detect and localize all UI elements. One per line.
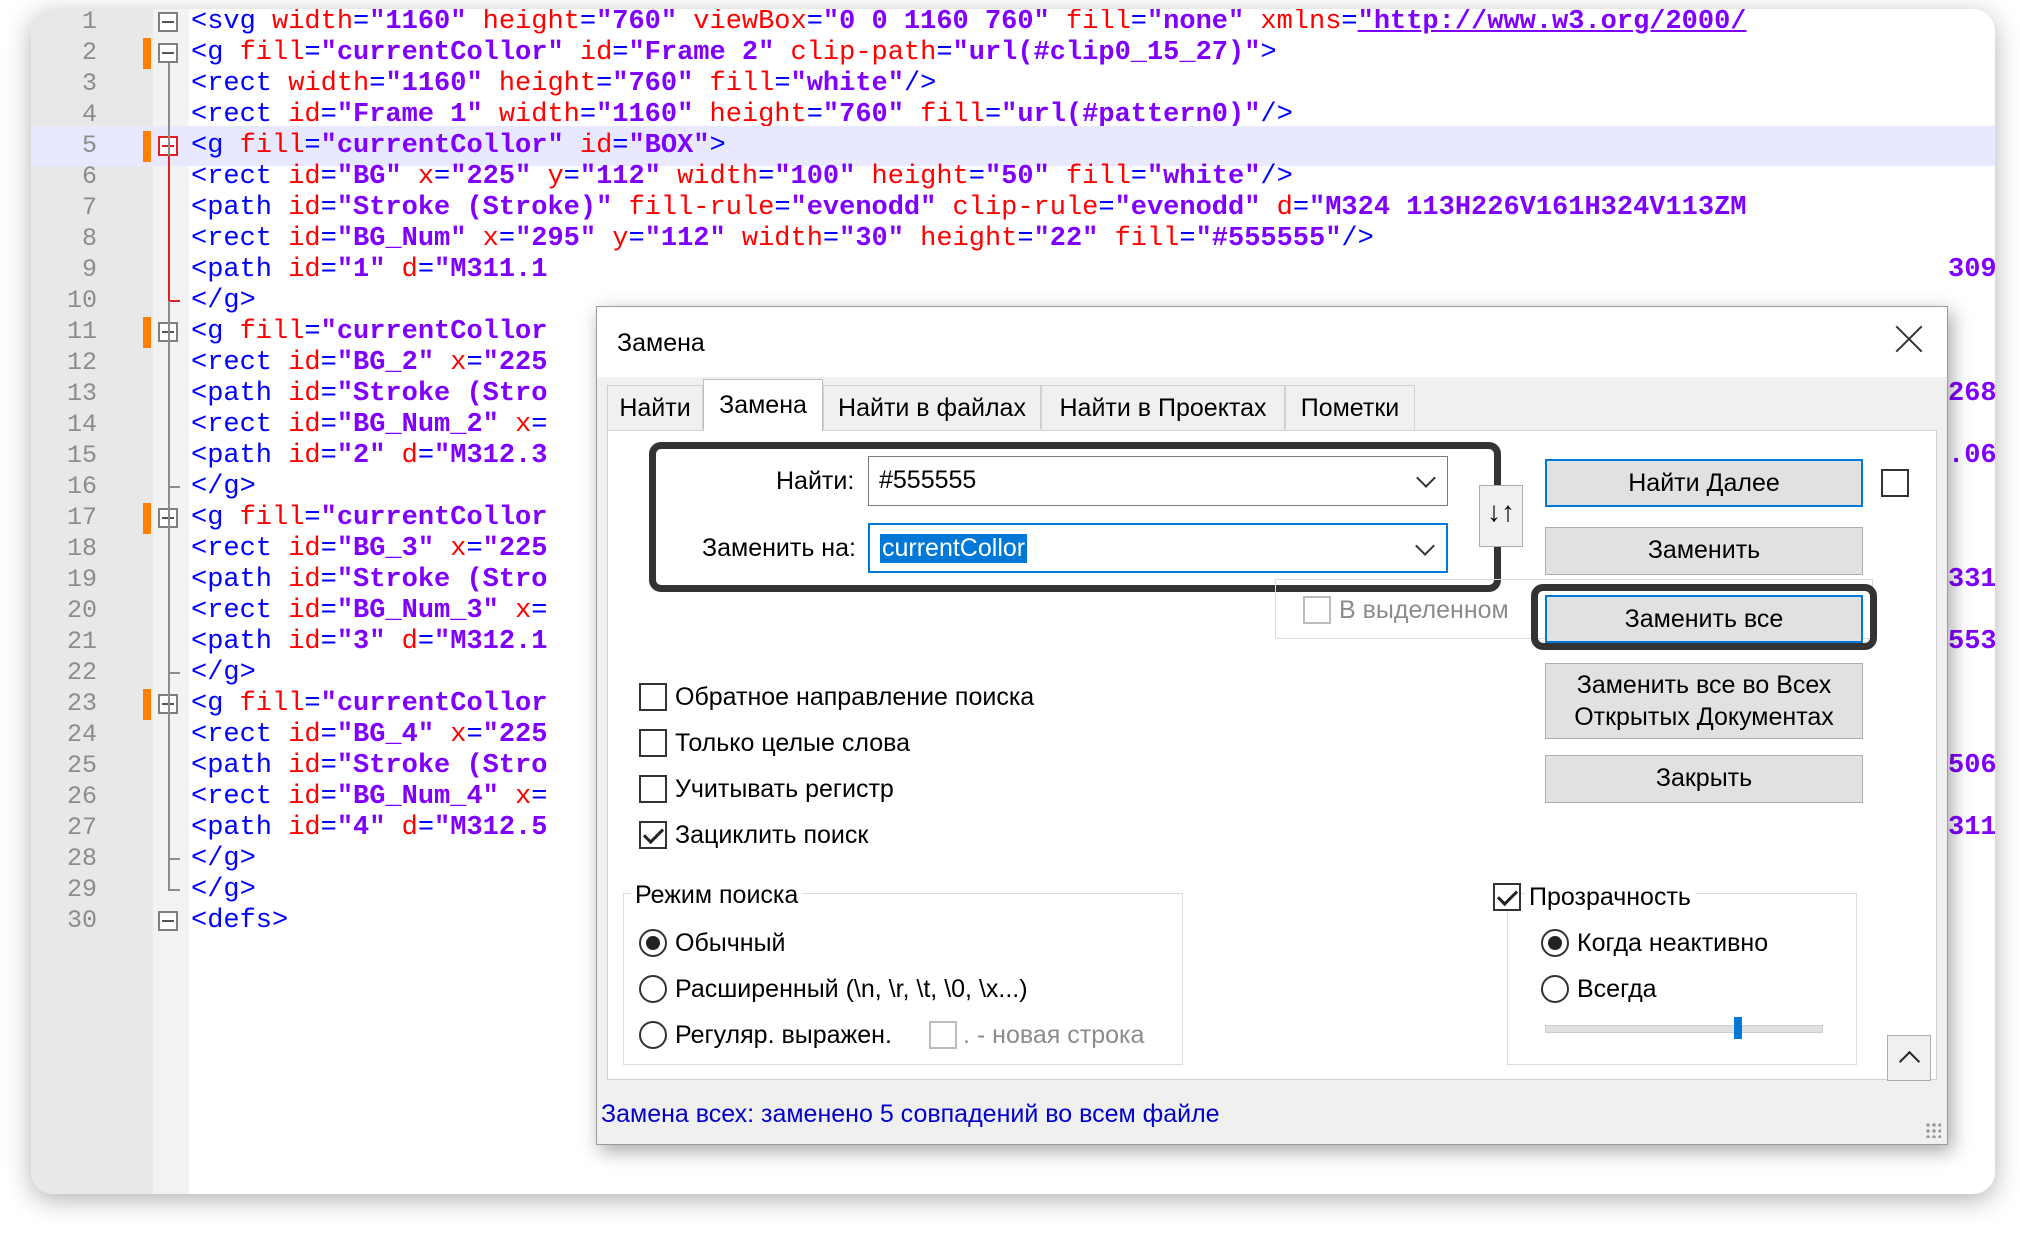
whole-words-checkbox[interactable] [639, 729, 667, 757]
status-text: Замена всех: заменено 5 совпадений во вс… [601, 1100, 1220, 1128]
always-radio[interactable] [1541, 975, 1569, 1003]
reverse-search-label: Обратное направление поиска [675, 683, 1035, 711]
transparency-title: Прозрачность [1525, 883, 1695, 912]
line-number: 30 [66, 906, 97, 935]
reverse-search-checkbox[interactable] [639, 683, 667, 711]
close-icon[interactable] [1887, 317, 1931, 361]
fold-guide-line [168, 528, 170, 673]
whole-words-label: Только целые слова [675, 729, 911, 757]
replace-dialog: Замена Найти Замена Найти в файлах Найти… [596, 306, 1948, 1145]
code-text: <defs> [191, 906, 289, 936]
transparency-checkbox[interactable] [1493, 883, 1521, 911]
status-bar: Замена всех: заменено 5 совпадений во вс… [597, 1086, 1947, 1144]
always-label: Всегда [1577, 975, 1657, 1003]
transparency-slider-thumb[interactable] [1734, 1017, 1742, 1039]
newline-checkbox[interactable] [929, 1021, 957, 1049]
mode-normal-radio[interactable] [639, 929, 667, 957]
mode-regex-label: Регуляр. выражен. [675, 1021, 892, 1049]
swap-button[interactable]: ↓↑ [1479, 485, 1523, 547]
tab-find[interactable]: Найти [607, 385, 703, 429]
tab-replace[interactable]: Замена [703, 379, 823, 431]
fold-toggle-icon[interactable] [158, 911, 178, 931]
match-case-checkbox[interactable] [639, 775, 667, 803]
when-inactive-label: Когда неактивно [1577, 929, 1769, 957]
match-case-label: Учитывать регистр [675, 775, 894, 803]
in-selection-label: В выделенном [1339, 596, 1509, 624]
replace-all-in-all-docs-button[interactable]: Заменить все во Всех Открытых Документах [1545, 663, 1863, 739]
wrap-search-checkbox[interactable] [639, 821, 667, 849]
dialog-titlebar: Замена [597, 307, 1947, 377]
code-fragment: 331 [1948, 565, 1995, 595]
when-inactive-radio[interactable] [1541, 929, 1569, 957]
fold-guide-line [168, 156, 170, 301]
fold-guide-line [168, 714, 170, 859]
tab-find-in-files[interactable]: Найти в файлах [823, 385, 1041, 429]
code-fragment: .06 [1948, 441, 1995, 471]
resize-grip-icon[interactable] [1925, 1122, 1941, 1138]
find-next-option-checkbox[interactable] [1881, 469, 1909, 497]
fields-highlight-frame [649, 442, 1501, 592]
swap-arrows-icon: ↓↑ [1487, 496, 1515, 527]
close-button[interactable]: Закрыть [1545, 755, 1863, 803]
replace-all-highlight-frame [1531, 584, 1877, 650]
replace-button[interactable]: Заменить [1545, 527, 1863, 575]
code-fragment: 309 [1948, 255, 1995, 285]
wrap-search-label: Зациклить поиск [675, 821, 869, 849]
dialog-title: Замена [617, 329, 705, 357]
search-mode-title: Режим поиска [631, 881, 803, 910]
find-next-button[interactable]: Найти Далее [1545, 459, 1863, 507]
tab-marks[interactable]: Пометки [1285, 385, 1415, 429]
transparency-slider-track[interactable] [1545, 1025, 1823, 1033]
code-fragment: 268 [1948, 379, 1995, 409]
mode-extended-radio[interactable] [639, 975, 667, 1003]
code-fragment: 506 [1948, 751, 1995, 781]
mode-regex-radio[interactable] [639, 1021, 667, 1049]
tab-find-in-projects[interactable]: Найти в Проектах [1041, 385, 1285, 429]
code-fragment: 311 [1948, 813, 1995, 843]
fold-toggle-icon[interactable] [158, 43, 178, 63]
collapse-button[interactable] [1887, 1035, 1931, 1081]
newline-label: . - новая строка [963, 1021, 1145, 1049]
fold-guide-line [168, 342, 170, 487]
in-selection-checkbox[interactable] [1303, 596, 1331, 624]
mode-extended-label: Расширенный (\n, \r, \t, \0, \x...) [675, 975, 1028, 1003]
mode-normal-label: Обычный [675, 929, 786, 957]
fold-toggle-icon[interactable] [158, 12, 178, 32]
code-fragment: 553 [1948, 627, 1995, 657]
